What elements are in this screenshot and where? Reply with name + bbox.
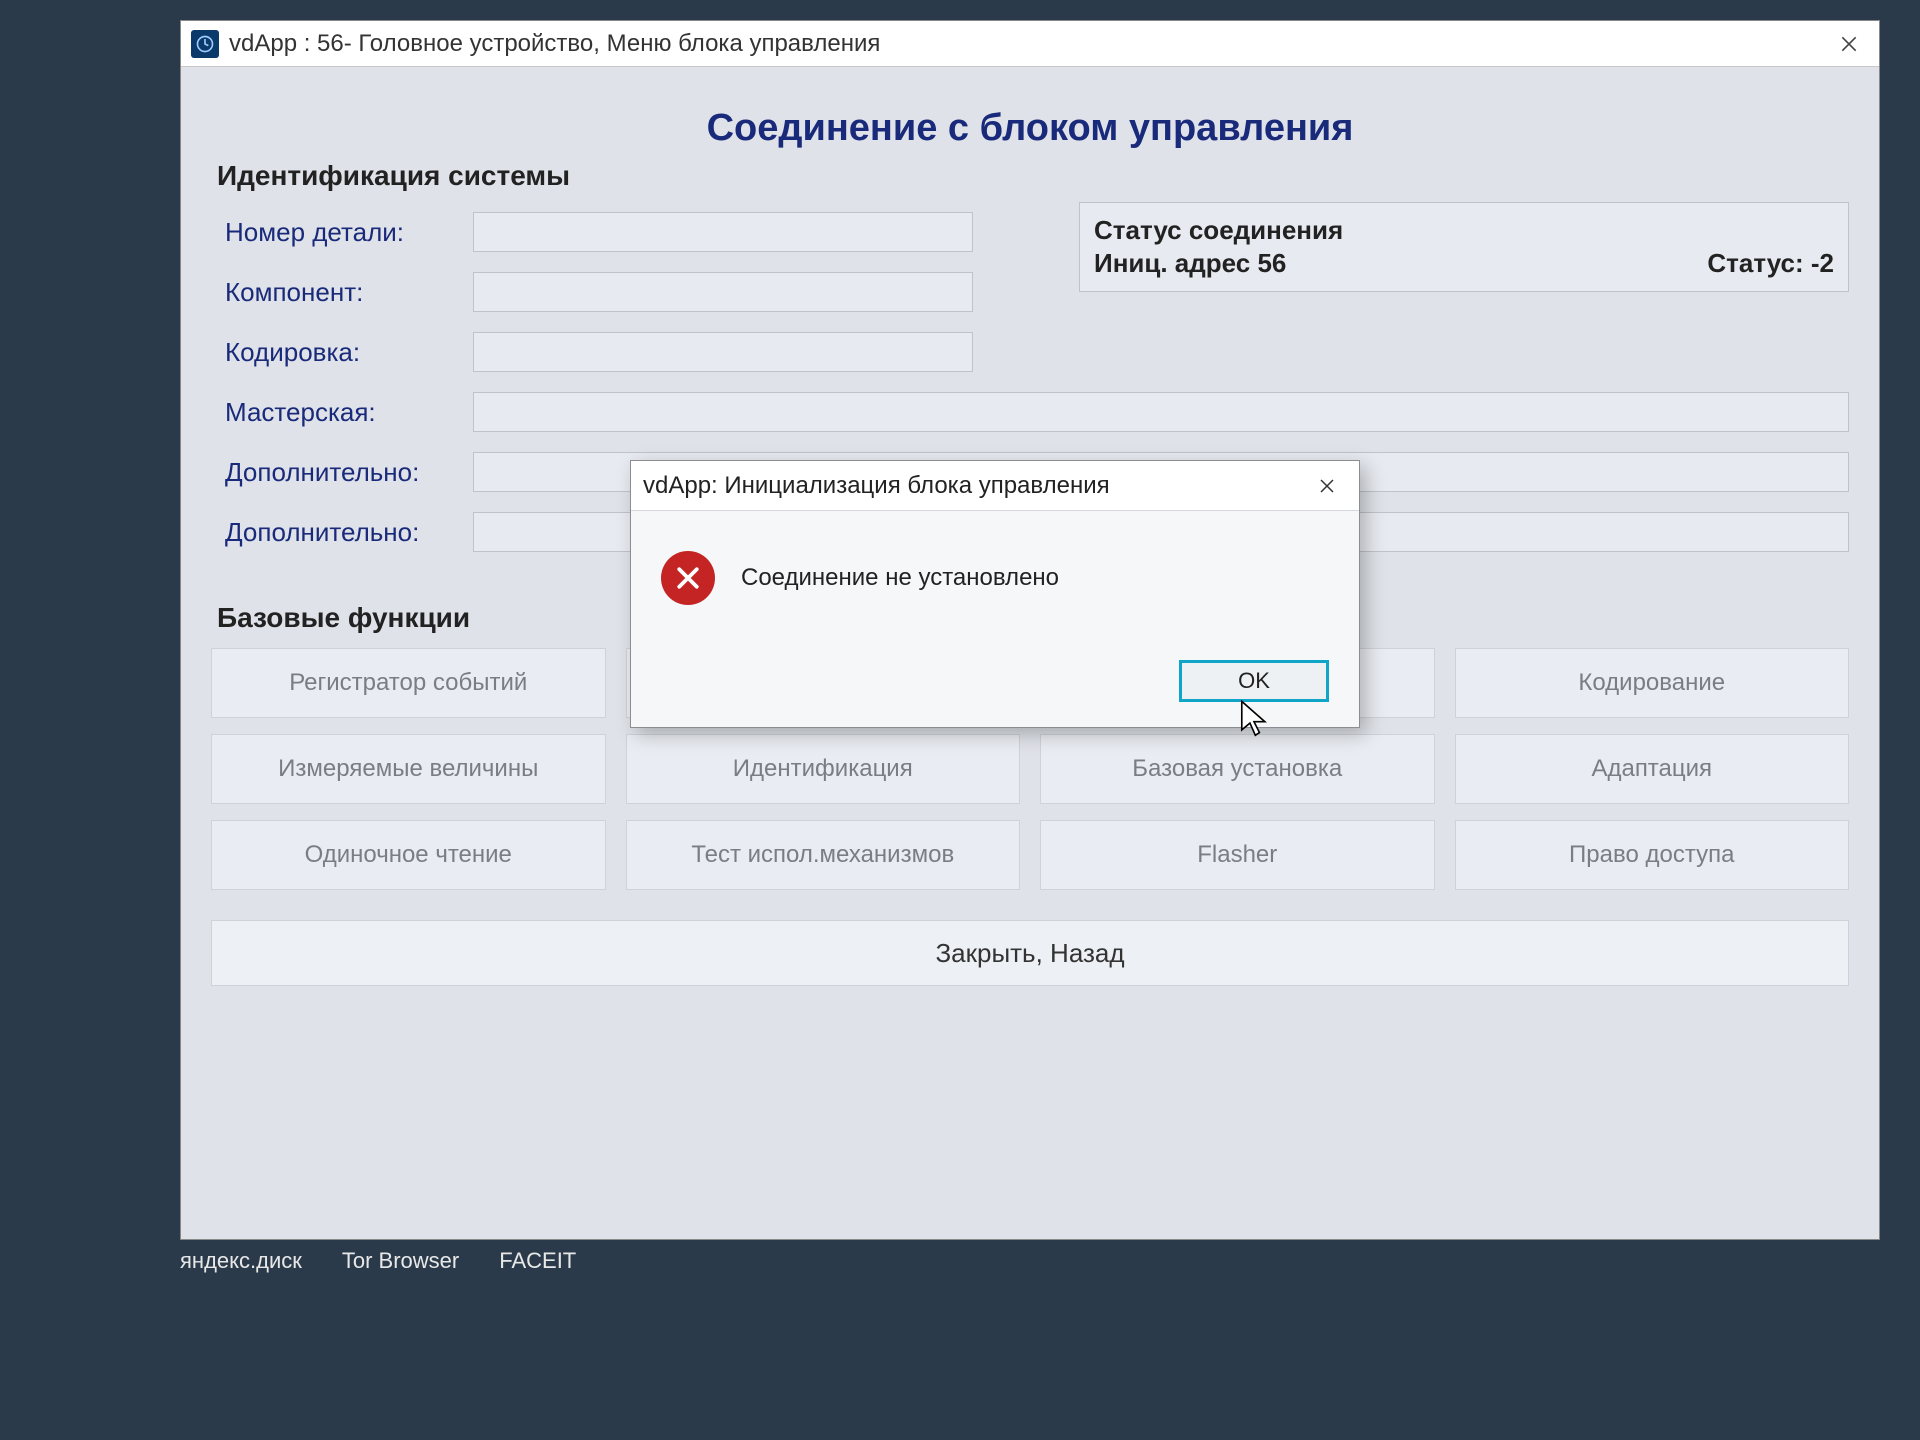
status-box: Статус соединения Иниц. адрес 56 Статус:… <box>1079 202 1849 292</box>
status-title: Статус соединения <box>1094 215 1834 246</box>
field-coding[interactable] <box>473 332 973 372</box>
app-icon <box>191 30 219 58</box>
dialog-body: Соединение не установлено OK <box>631 511 1359 727</box>
fn-identification[interactable]: Идентификация <box>626 734 1021 804</box>
fn-measured-values[interactable]: Измеряемые величины <box>211 734 606 804</box>
status-value: Статус: -2 <box>1707 248 1834 279</box>
fn-coding[interactable]: Кодирование <box>1455 648 1850 718</box>
close-back-button[interactable]: Закрыть, Назад <box>211 920 1849 986</box>
label-component: Компонент: <box>211 277 461 308</box>
fn-single-read[interactable]: Одиночное чтение <box>211 820 606 890</box>
taskbar-item[interactable]: яндекс.диск <box>180 1248 302 1274</box>
status-addr: Иниц. адрес 56 <box>1094 248 1286 279</box>
taskbar-item[interactable]: FACEIT <box>499 1248 576 1274</box>
label-coding: Кодировка: <box>211 337 461 368</box>
label-workshop: Мастерская: <box>211 397 461 428</box>
error-dialog: vdApp: Инициализация блока управления Со… <box>630 460 1360 728</box>
fn-flasher[interactable]: Flasher <box>1040 820 1435 890</box>
label-extra1: Дополнительно: <box>211 457 461 488</box>
field-part-number[interactable] <box>473 212 973 252</box>
dialog-title: vdApp: Инициализация блока управления <box>643 472 1297 500</box>
label-part-number: Номер детали: <box>211 217 461 248</box>
fn-adaptation[interactable]: Адаптация <box>1455 734 1850 804</box>
fn-event-recorder[interactable]: Регистратор событий <box>211 648 606 718</box>
taskbar-item[interactable]: Tor Browser <box>342 1248 459 1274</box>
label-extra2: Дополнительно: <box>211 517 461 548</box>
dialog-titlebar: vdApp: Инициализация блока управления <box>631 461 1359 511</box>
main-titlebar: vdApp : 56- Головное устройство, Меню бл… <box>181 21 1879 67</box>
page-heading: Соединение с блоком управления <box>211 107 1849 150</box>
field-component[interactable] <box>473 272 973 312</box>
dialog-close-icon[interactable] <box>1307 466 1347 506</box>
ok-button[interactable]: OK <box>1179 660 1329 702</box>
close-icon[interactable] <box>1829 24 1869 64</box>
window-title: vdApp : 56- Головное устройство, Меню бл… <box>229 30 1819 58</box>
fn-access-right[interactable]: Право доступа <box>1455 820 1850 890</box>
fn-basic-setting[interactable]: Базовая установка <box>1040 734 1435 804</box>
fn-actuator-test[interactable]: Тест испол.механизмов <box>626 820 1021 890</box>
taskbar: яндекс.диск Tor Browser FACEIT <box>180 1248 576 1274</box>
dialog-message: Соединение не установлено <box>741 564 1059 592</box>
error-icon <box>661 551 715 605</box>
field-workshop[interactable] <box>473 392 1849 432</box>
ident-section-label: Идентификация системы <box>217 160 1849 192</box>
